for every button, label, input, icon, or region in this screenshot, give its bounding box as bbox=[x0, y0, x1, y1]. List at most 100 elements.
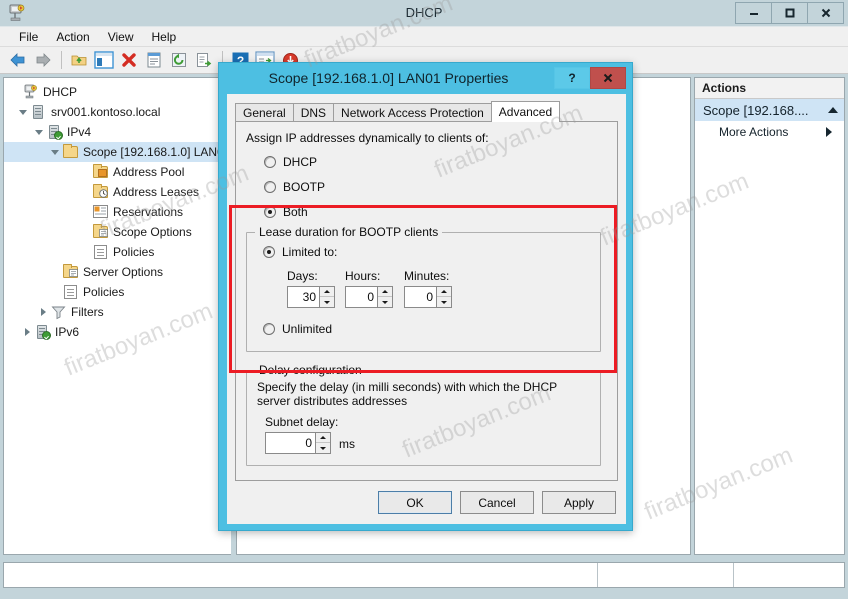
menu-file[interactable]: File bbox=[10, 28, 47, 46]
radio-dhcp-indicator[interactable] bbox=[264, 156, 276, 168]
radio-bootp[interactable]: BOOTP bbox=[264, 180, 325, 194]
hours-spinner[interactable]: 0 bbox=[345, 286, 393, 308]
days-spinner[interactable]: 30 bbox=[287, 286, 335, 308]
subnet-delay-value[interactable]: 0 bbox=[266, 433, 315, 453]
delay-configuration-title: Delay configuration bbox=[255, 363, 366, 377]
minutes-spin-up[interactable] bbox=[437, 287, 451, 297]
radio-dhcp[interactable]: DHCP bbox=[264, 155, 317, 169]
lease-duration-group: Lease duration for BOOTP clients Limited… bbox=[246, 225, 601, 352]
radio-both[interactable]: Both bbox=[264, 205, 308, 219]
tree-twisty-closed[interactable] bbox=[20, 322, 34, 342]
radio-limited-to-label: Limited to: bbox=[282, 245, 338, 259]
tree-node-server[interactable]: srv001.kontoso.local bbox=[4, 102, 231, 122]
tree-twisty-open[interactable] bbox=[32, 122, 46, 142]
actions-more-actions[interactable]: More Actions bbox=[695, 121, 844, 143]
delay-description: Specify the delay (in milli seconds) wit… bbox=[257, 380, 557, 408]
subnet-delay-spin-buttons[interactable] bbox=[315, 433, 330, 453]
close-button[interactable] bbox=[807, 2, 844, 24]
tree-node-filters[interactable]: Filters bbox=[4, 302, 231, 322]
subnet-delay-spin-down[interactable] bbox=[316, 443, 330, 453]
tree-node-reservations[interactable]: Reservations bbox=[4, 202, 231, 222]
days-value[interactable]: 30 bbox=[288, 287, 319, 307]
refresh-icon[interactable] bbox=[167, 49, 191, 72]
radio-bootp-indicator[interactable] bbox=[264, 181, 276, 193]
tree-node-scope-options[interactable]: Scope Options bbox=[4, 222, 231, 242]
reservations-icon bbox=[92, 204, 110, 220]
status-cell-main bbox=[4, 563, 598, 587]
show-hide-tree-icon[interactable] bbox=[92, 49, 116, 72]
status-cell-tertiary bbox=[734, 563, 844, 587]
minimize-button[interactable] bbox=[735, 2, 772, 24]
actions-group-label: Scope [192.168.... bbox=[703, 102, 809, 118]
minutes-spin-down[interactable] bbox=[437, 297, 451, 307]
tree-twisty-open[interactable] bbox=[48, 142, 62, 162]
chevron-right-icon[interactable] bbox=[826, 127, 832, 137]
dhcp-icon bbox=[22, 84, 40, 100]
tree-node-policies-scope[interactable]: Policies bbox=[4, 242, 231, 262]
tree-node-policies-server[interactable]: Policies bbox=[4, 282, 231, 302]
radio-unlimited-indicator[interactable] bbox=[263, 323, 275, 335]
actions-group-scope[interactable]: Scope [192.168.... bbox=[695, 99, 844, 121]
dialog-action-buttons: OK Cancel Apply bbox=[227, 491, 626, 514]
delay-unit-label: ms bbox=[339, 437, 355, 451]
window-titlebar: DHCP bbox=[0, 0, 848, 26]
tree-twisty-open[interactable] bbox=[16, 102, 30, 122]
radio-both-indicator[interactable] bbox=[264, 206, 276, 218]
tab-advanced[interactable]: Advanced bbox=[490, 101, 561, 122]
scope-properties-dialog: Scope [192.168.1.0] LAN01 Properties ? G… bbox=[218, 62, 633, 531]
ok-button[interactable]: OK bbox=[378, 491, 452, 514]
minutes-spin-buttons[interactable] bbox=[436, 287, 451, 307]
radio-limited-to[interactable]: Limited to: bbox=[263, 245, 337, 259]
window-title: DHCP bbox=[405, 5, 443, 20]
delete-icon[interactable] bbox=[117, 49, 141, 72]
hours-spin-buttons[interactable] bbox=[377, 287, 392, 307]
cancel-button[interactable]: Cancel bbox=[460, 491, 534, 514]
tree-node-ipv4[interactable]: IPv4 bbox=[4, 122, 231, 142]
tree-twisty-closed[interactable] bbox=[36, 302, 50, 322]
server-ok-icon bbox=[34, 324, 52, 340]
maximize-button[interactable] bbox=[771, 2, 808, 24]
tree-node-address-pool[interactable]: Address Pool bbox=[4, 162, 231, 182]
tree-node-server-options[interactable]: Server Options bbox=[4, 262, 231, 282]
up-folder-icon[interactable] bbox=[67, 49, 91, 72]
properties-icon[interactable] bbox=[142, 49, 166, 72]
back-icon[interactable] bbox=[6, 49, 30, 72]
tree-node-ipv6[interactable]: IPv6 bbox=[4, 322, 231, 342]
menu-action[interactable]: Action bbox=[47, 28, 98, 46]
radio-unlimited[interactable]: Unlimited bbox=[263, 322, 332, 336]
subnet-delay-spin-up[interactable] bbox=[316, 433, 330, 443]
tree-node-scope[interactable]: Scope [192.168.1.0] LAN01 bbox=[4, 142, 231, 162]
menu-help[interactable]: Help bbox=[143, 28, 186, 46]
chevron-up-icon[interactable] bbox=[828, 107, 838, 113]
days-spin-buttons[interactable] bbox=[319, 287, 334, 307]
minutes-spinner[interactable]: 0 bbox=[404, 286, 452, 308]
subnet-delay-label: Subnet delay: bbox=[265, 415, 339, 429]
days-spin-up[interactable] bbox=[320, 287, 334, 297]
status-cell-secondary bbox=[598, 563, 734, 587]
tree-node-dhcp[interactable]: DHCP bbox=[4, 82, 231, 102]
hours-value[interactable]: 0 bbox=[346, 287, 377, 307]
forward-icon[interactable] bbox=[31, 49, 55, 72]
tab-network-access-protection[interactable]: Network Access Protection bbox=[333, 103, 492, 122]
hours-spin-down[interactable] bbox=[378, 297, 392, 307]
filter-icon bbox=[50, 304, 68, 320]
tree-node-address-leases[interactable]: Address Leases bbox=[4, 182, 231, 202]
dialog-help-button[interactable]: ? bbox=[554, 67, 590, 89]
export-list-icon[interactable] bbox=[192, 49, 216, 72]
tree-node-label: Policies bbox=[113, 245, 155, 259]
hours-spin-up[interactable] bbox=[378, 287, 392, 297]
assign-ip-label: Assign IP addresses dynamically to clien… bbox=[246, 131, 489, 145]
apply-button[interactable]: Apply bbox=[542, 491, 616, 514]
tab-dns[interactable]: DNS bbox=[292, 103, 335, 122]
tree-twisty bbox=[78, 202, 92, 222]
scope-tree-pane[interactable]: DHCP srv001.kontoso.local IPv4 Scope [19… bbox=[3, 77, 231, 555]
dialog-close-button[interactable] bbox=[590, 67, 626, 89]
tree-node-label: Scope [192.168.1.0] LAN01 bbox=[83, 145, 231, 159]
menu-view[interactable]: View bbox=[99, 28, 143, 46]
days-spin-down[interactable] bbox=[320, 297, 334, 307]
subnet-delay-spinner[interactable]: 0 bbox=[265, 432, 331, 454]
minutes-value[interactable]: 0 bbox=[405, 287, 436, 307]
tab-general[interactable]: General bbox=[235, 103, 294, 122]
tree-twisty bbox=[48, 262, 62, 282]
radio-limited-to-indicator[interactable] bbox=[263, 246, 275, 258]
